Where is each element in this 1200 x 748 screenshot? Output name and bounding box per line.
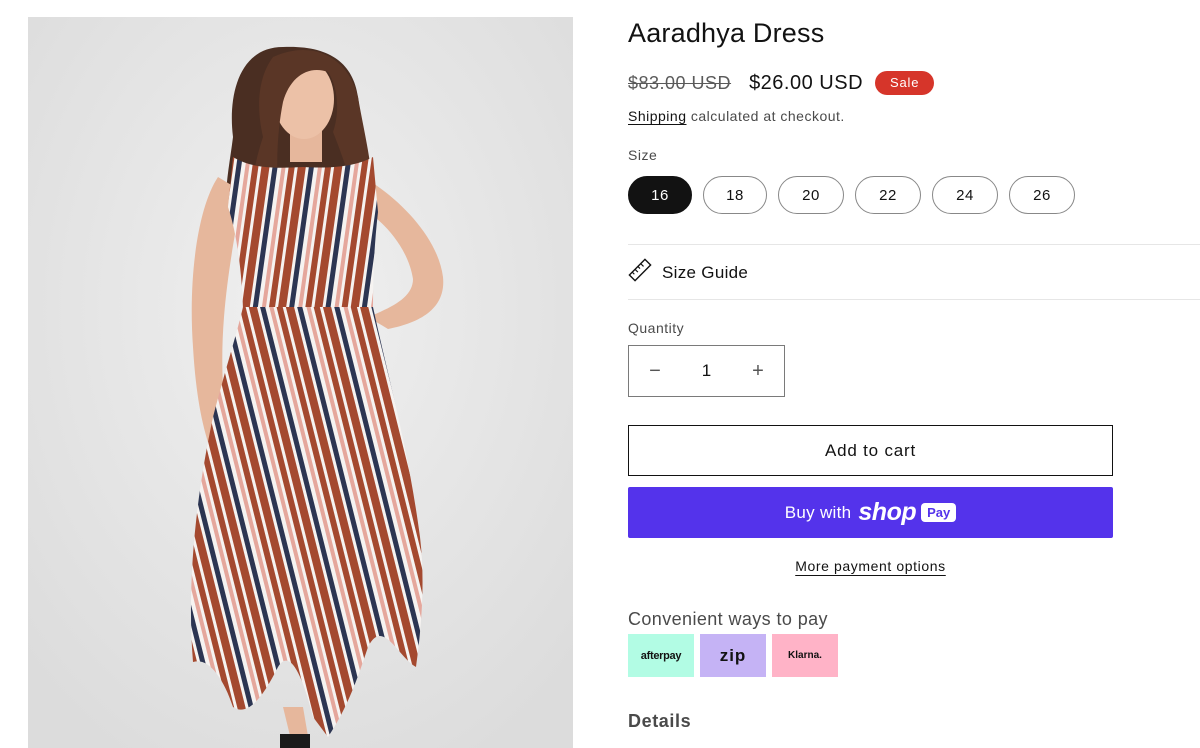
- more-payment-options-link[interactable]: More payment options: [795, 558, 946, 574]
- divider: [628, 244, 1200, 245]
- sale-badge: Sale: [875, 71, 935, 95]
- klarna-logo[interactable]: Klarna.: [772, 634, 838, 677]
- details-heading[interactable]: Details: [628, 711, 691, 732]
- size-option-18[interactable]: 18: [703, 176, 767, 214]
- size-guide-label: Size Guide: [662, 262, 749, 282]
- shop-pay-logo: shop: [858, 498, 917, 526]
- quantity-input[interactable]: 1: [702, 361, 711, 381]
- regular-price: $83.00 USD: [628, 72, 732, 93]
- quantity-stepper: − 1 +: [628, 345, 785, 397]
- shipping-link[interactable]: Shipping: [628, 108, 687, 124]
- ruler-icon: [628, 258, 652, 287]
- add-to-cart-button[interactable]: Add to cart: [628, 425, 1113, 476]
- sale-price: $26.00 USD: [749, 71, 864, 94]
- size-guide-button[interactable]: Size Guide: [628, 258, 748, 287]
- size-option-22[interactable]: 22: [855, 176, 921, 214]
- product-image[interactable]: [28, 17, 573, 748]
- divider: [628, 299, 1200, 300]
- quantity-label: Quantity: [628, 320, 685, 336]
- price-row: $83.00 USD $26.00 USD Sale: [628, 71, 935, 95]
- quantity-increase-button[interactable]: +: [732, 346, 784, 396]
- payment-heading: Convenient ways to pay: [628, 609, 828, 629]
- product-info: Aaradhya Dress $83.00 USD $26.00 USD Sal…: [628, 0, 1200, 748]
- payment-methods: afterpay zip Klarna.: [628, 634, 844, 677]
- size-option-16[interactable]: 16: [628, 176, 692, 214]
- size-options: 16 18 20 22 24 26: [628, 176, 1086, 214]
- shop-pay-chip: Pay: [921, 503, 957, 522]
- shipping-note: Shipping calculated at checkout.: [628, 108, 845, 124]
- size-option-24[interactable]: 24: [932, 176, 998, 214]
- size-label: Size: [628, 147, 658, 163]
- zip-logo[interactable]: zip: [700, 634, 766, 677]
- shipping-note-text: calculated at checkout.: [686, 108, 845, 124]
- size-option-20[interactable]: 20: [778, 176, 844, 214]
- quantity-decrease-button[interactable]: −: [629, 346, 681, 396]
- buy-with-shop-pay-button[interactable]: Buy with shop Pay: [628, 487, 1113, 538]
- size-option-26[interactable]: 26: [1009, 176, 1075, 214]
- more-payment-options: More payment options: [628, 558, 1113, 574]
- buy-with-label: Buy with: [784, 502, 852, 522]
- product-title: Aaradhya Dress: [628, 18, 825, 48]
- product-photo-illustration: [28, 17, 573, 748]
- afterpay-logo[interactable]: afterpay: [628, 634, 694, 677]
